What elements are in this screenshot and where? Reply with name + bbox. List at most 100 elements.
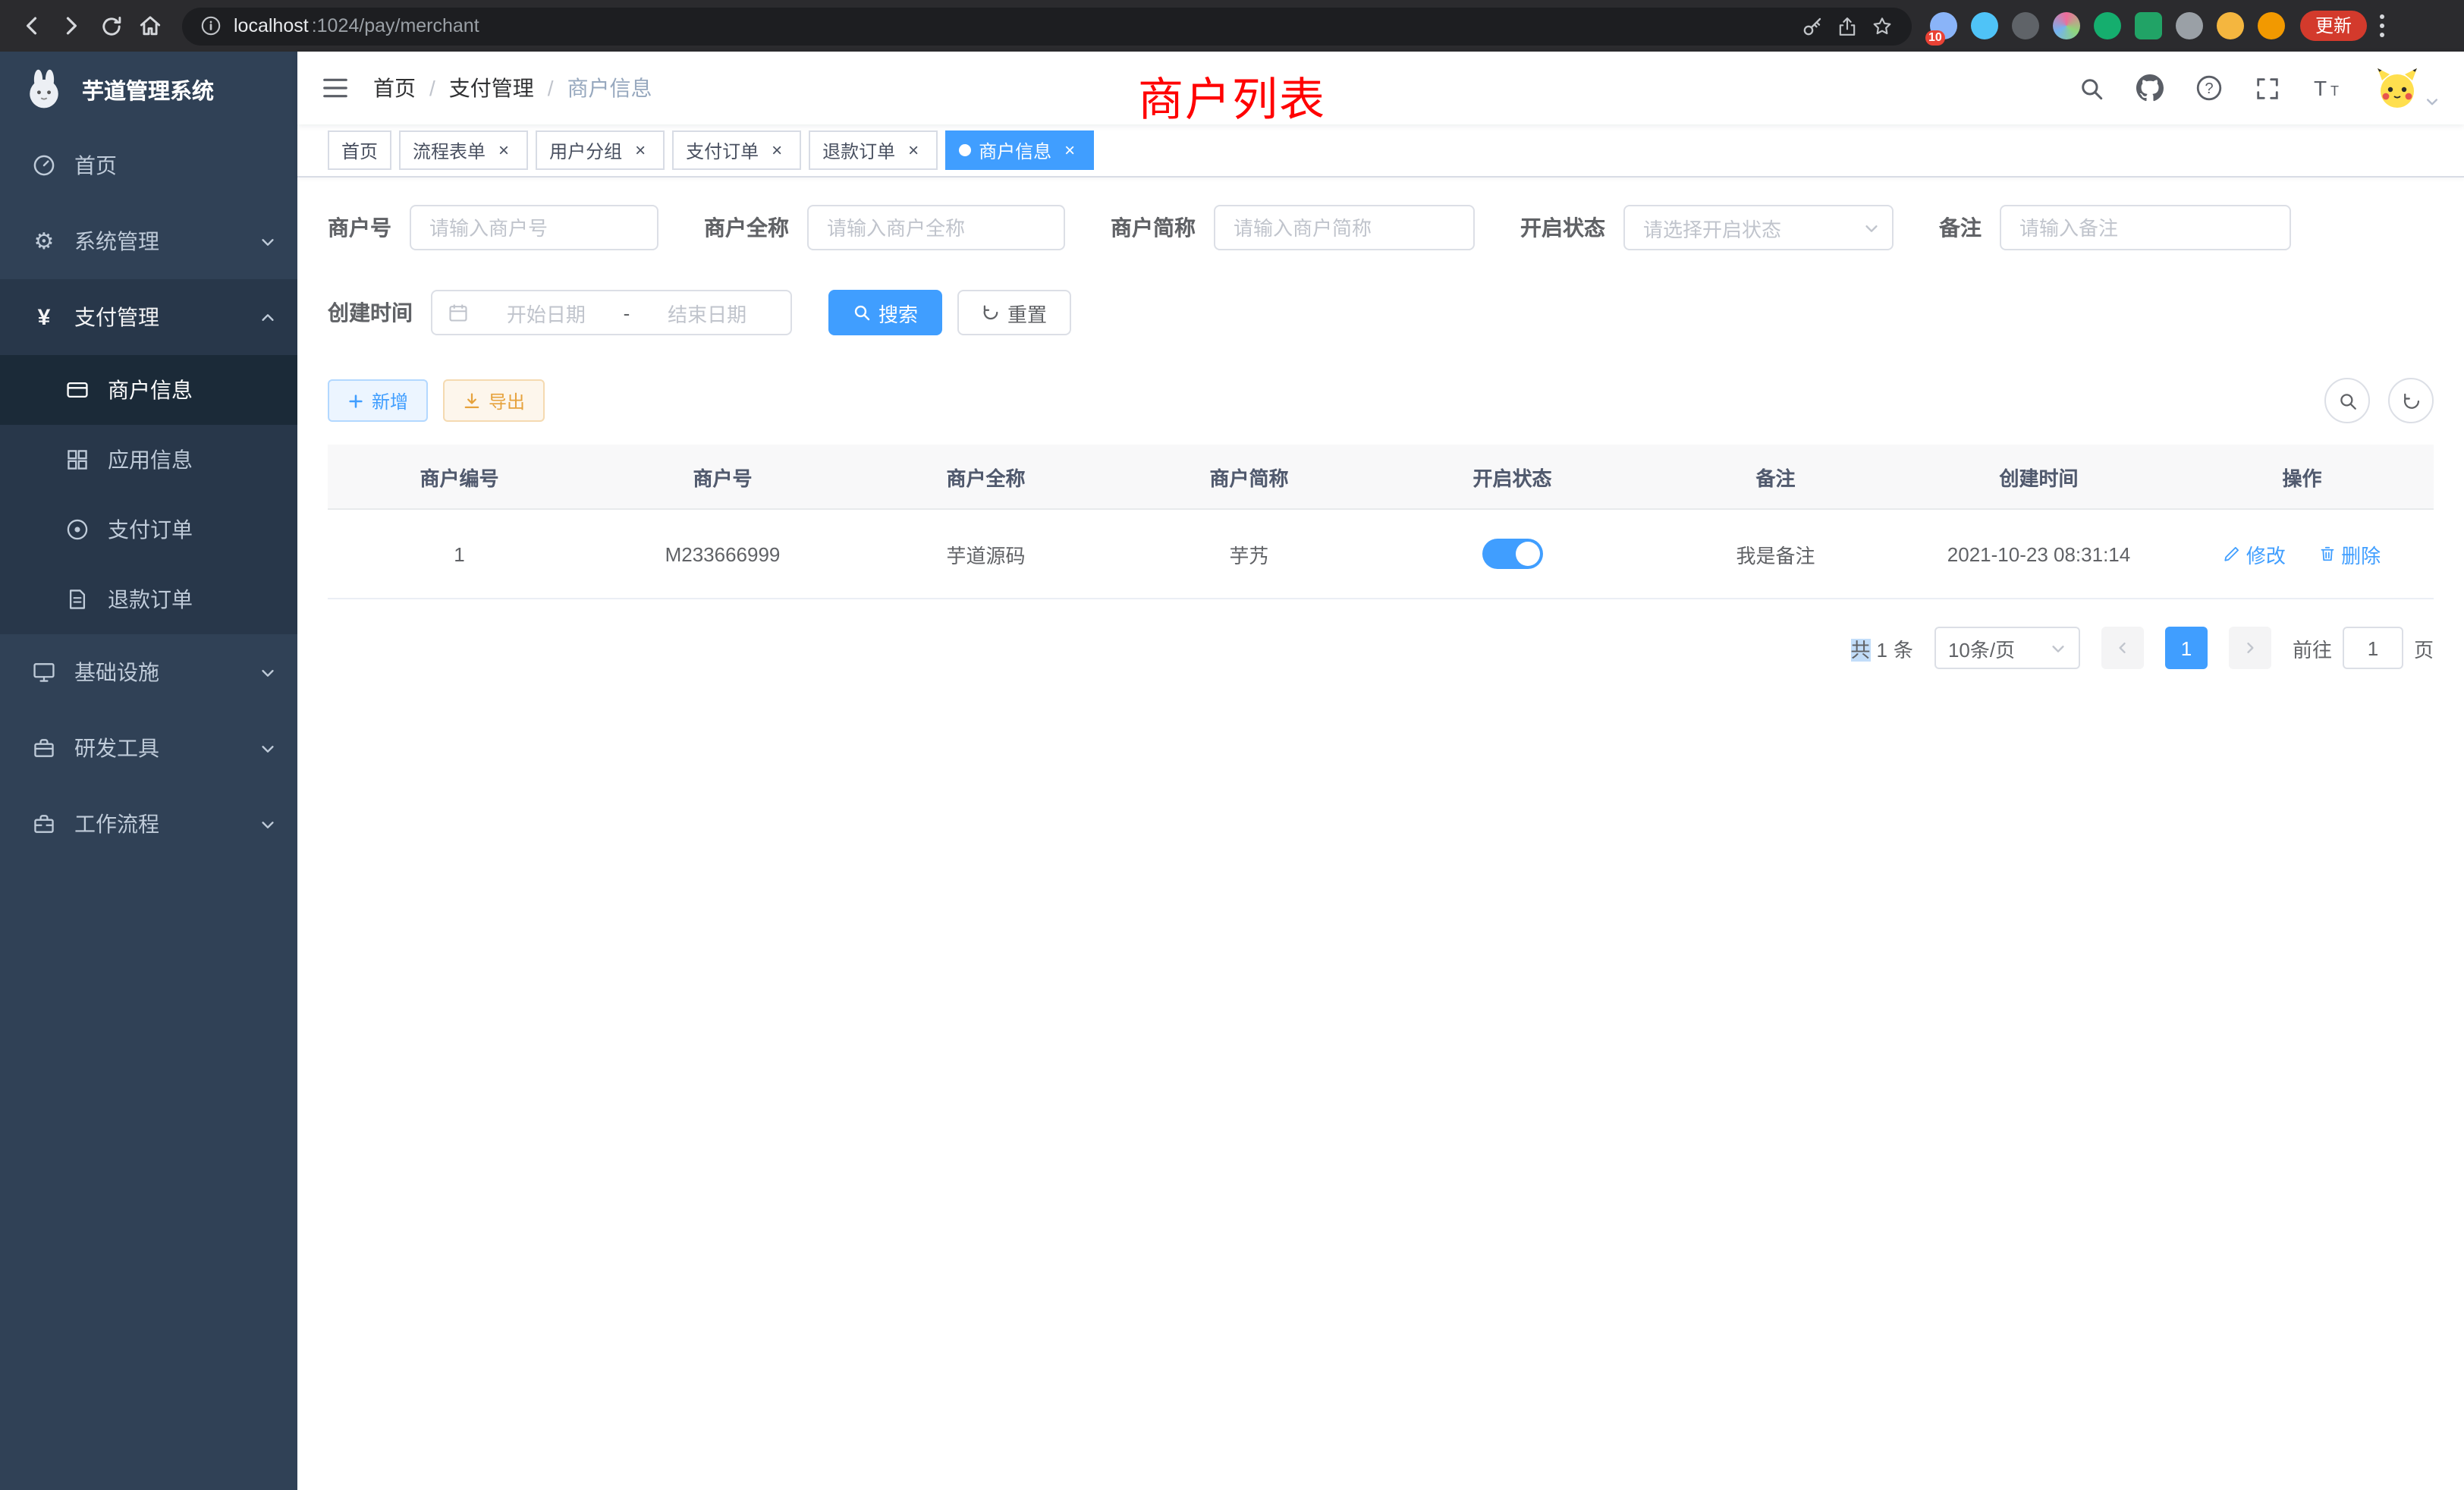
col-merchant-id: 商户编号 xyxy=(328,445,591,509)
tab-payment-orders[interactable]: 支付订单 xyxy=(672,130,801,170)
chevron-up-icon xyxy=(259,309,276,325)
search-icon[interactable] xyxy=(2079,75,2104,101)
browser-back-button[interactable] xyxy=(12,6,52,46)
github-icon[interactable] xyxy=(2136,74,2164,102)
sidebar-item-infrastructure[interactable]: 基础设施 xyxy=(0,634,297,710)
goto-page-input[interactable] xyxy=(2343,627,2403,669)
document-icon xyxy=(64,587,91,611)
extension-icon[interactable] xyxy=(2217,12,2244,39)
sidebar-item-dev-tools[interactable]: 研发工具 xyxy=(0,710,297,786)
tab-label: 用户分组 xyxy=(549,137,622,163)
close-icon[interactable] xyxy=(630,140,651,161)
browser-home-button[interactable] xyxy=(130,6,170,46)
tab-label: 流程表单 xyxy=(413,137,486,163)
caret-down-icon xyxy=(2425,94,2440,109)
next-page-button[interactable] xyxy=(2229,627,2271,669)
extension-icon[interactable] xyxy=(2053,12,2080,39)
extension-icon[interactable] xyxy=(2135,12,2162,39)
col-status: 开启状态 xyxy=(1381,445,1644,509)
tab-user-group[interactable]: 用户分组 xyxy=(536,130,665,170)
close-icon[interactable] xyxy=(1059,140,1080,161)
browser-forward-button[interactable] xyxy=(52,6,91,46)
sidebar-item-payment[interactable]: ¥ 支付管理 xyxy=(0,279,297,355)
remark-input[interactable] xyxy=(2000,205,2291,250)
cell-actions: 修改 删除 xyxy=(2170,509,2434,599)
tab-label: 支付订单 xyxy=(686,137,759,163)
hamburger-icon[interactable] xyxy=(322,76,349,100)
toggle-search-button[interactable] xyxy=(2324,378,2370,423)
sidebar-item-home[interactable]: 首页 xyxy=(0,127,297,203)
browser-update-button[interactable]: 更新 xyxy=(2300,11,2367,41)
close-icon[interactable] xyxy=(766,140,787,161)
cell-short-name: 芋艿 xyxy=(1117,509,1381,599)
browser-toolbar: localhost :1024/pay/merchant 10 xyxy=(0,0,2464,52)
chevron-down-icon xyxy=(1863,219,1880,236)
refresh-table-button[interactable] xyxy=(2388,378,2434,423)
url-bar[interactable]: localhost :1024/pay/merchant xyxy=(182,7,1912,45)
export-button[interactable]: 导出 xyxy=(443,379,545,422)
extension-icon[interactable]: 10 xyxy=(1930,12,1957,39)
bookmark-star-icon[interactable] xyxy=(1871,14,1894,37)
full-name-input[interactable] xyxy=(807,205,1065,250)
add-button[interactable]: 新增 xyxy=(328,379,428,422)
status-select[interactable]: 请选择开启状态 xyxy=(1623,205,1894,250)
browser-reload-button[interactable] xyxy=(91,6,130,46)
full-name-label: 商户全称 xyxy=(704,212,789,243)
search-button[interactable]: 搜索 xyxy=(828,290,942,335)
app-logo[interactable]: 芋道管理系统 xyxy=(0,52,297,127)
browser-profile-avatar[interactable] xyxy=(2258,12,2285,39)
tags-view-bar: 首页 流程表单 用户分组 支付订单 退款订单 xyxy=(297,124,2464,178)
tab-label: 首页 xyxy=(341,137,378,163)
chevron-down-icon xyxy=(259,740,276,756)
page-number-button[interactable]: 1 xyxy=(2165,627,2208,669)
sidebar-item-merchant-info[interactable]: 商户信息 xyxy=(0,355,297,425)
sidebar-item-label: 系统管理 xyxy=(74,226,159,256)
start-date-input[interactable]: 开始日期 xyxy=(478,298,614,327)
help-icon[interactable]: ? xyxy=(2195,74,2223,102)
pagination-total: 共1条 xyxy=(1850,633,1913,662)
share-icon[interactable] xyxy=(1836,14,1859,37)
status-toggle[interactable] xyxy=(1482,539,1543,569)
sidebar-item-payment-orders[interactable]: 支付订单 xyxy=(0,495,297,564)
extension-icon[interactable] xyxy=(2176,12,2203,39)
sidebar-item-app-info[interactable]: 应用信息 xyxy=(0,425,297,495)
merchant-no-input[interactable] xyxy=(410,205,658,250)
tab-home[interactable]: 首页 xyxy=(328,130,391,170)
extensions-area: 10 xyxy=(1930,12,2285,39)
prev-page-button[interactable] xyxy=(2101,627,2144,669)
user-menu[interactable] xyxy=(2374,65,2440,111)
extension-icon[interactable] xyxy=(1971,12,1998,39)
tab-merchant-info[interactable]: 商户信息 xyxy=(945,130,1094,170)
sidebar-item-refund-orders[interactable]: 退款订单 xyxy=(0,564,297,634)
reset-button[interactable]: 重置 xyxy=(957,290,1071,335)
password-key-icon[interactable] xyxy=(1801,14,1824,37)
edit-link[interactable]: 修改 xyxy=(2224,539,2286,568)
page-size-select[interactable]: 10条/页 xyxy=(1934,627,2080,669)
table-header-row: 商户编号 商户号 商户全称 商户简称 开启状态 备注 创建时间 操作 xyxy=(328,445,2434,509)
sidebar-item-system[interactable]: ⚙ 系统管理 xyxy=(0,203,297,279)
close-icon[interactable] xyxy=(903,140,924,161)
close-icon[interactable] xyxy=(493,140,514,161)
breadcrumb-payment[interactable]: 支付管理 xyxy=(416,73,534,103)
fullscreen-icon[interactable] xyxy=(2255,75,2280,101)
tab-process-form[interactable]: 流程表单 xyxy=(399,130,528,170)
delete-link[interactable]: 删除 xyxy=(2318,539,2381,568)
end-date-input[interactable]: 结束日期 xyxy=(639,298,775,327)
extension-icon[interactable] xyxy=(2012,12,2039,39)
cell-merchant-id: 1 xyxy=(328,509,591,599)
font-size-icon[interactable]: TT xyxy=(2312,76,2343,100)
target-icon xyxy=(64,517,91,542)
extension-icon[interactable] xyxy=(2094,12,2121,39)
toolbox-icon xyxy=(30,736,58,760)
cell-merchant-no: M233666999 xyxy=(591,509,854,599)
svg-text:T: T xyxy=(2314,77,2327,100)
browser-menu-icon[interactable] xyxy=(2379,14,2385,38)
site-info-icon[interactable] xyxy=(200,15,222,36)
tab-refund-orders[interactable]: 退款订单 xyxy=(809,130,938,170)
tab-label: 退款订单 xyxy=(822,137,895,163)
sidebar-item-workflow[interactable]: 工作流程 xyxy=(0,786,297,862)
create-time-range-picker[interactable]: 开始日期 - 结束日期 xyxy=(431,290,792,335)
short-name-input[interactable] xyxy=(1214,205,1475,250)
avatar xyxy=(2374,65,2420,111)
breadcrumb-home[interactable]: 首页 xyxy=(373,73,416,103)
